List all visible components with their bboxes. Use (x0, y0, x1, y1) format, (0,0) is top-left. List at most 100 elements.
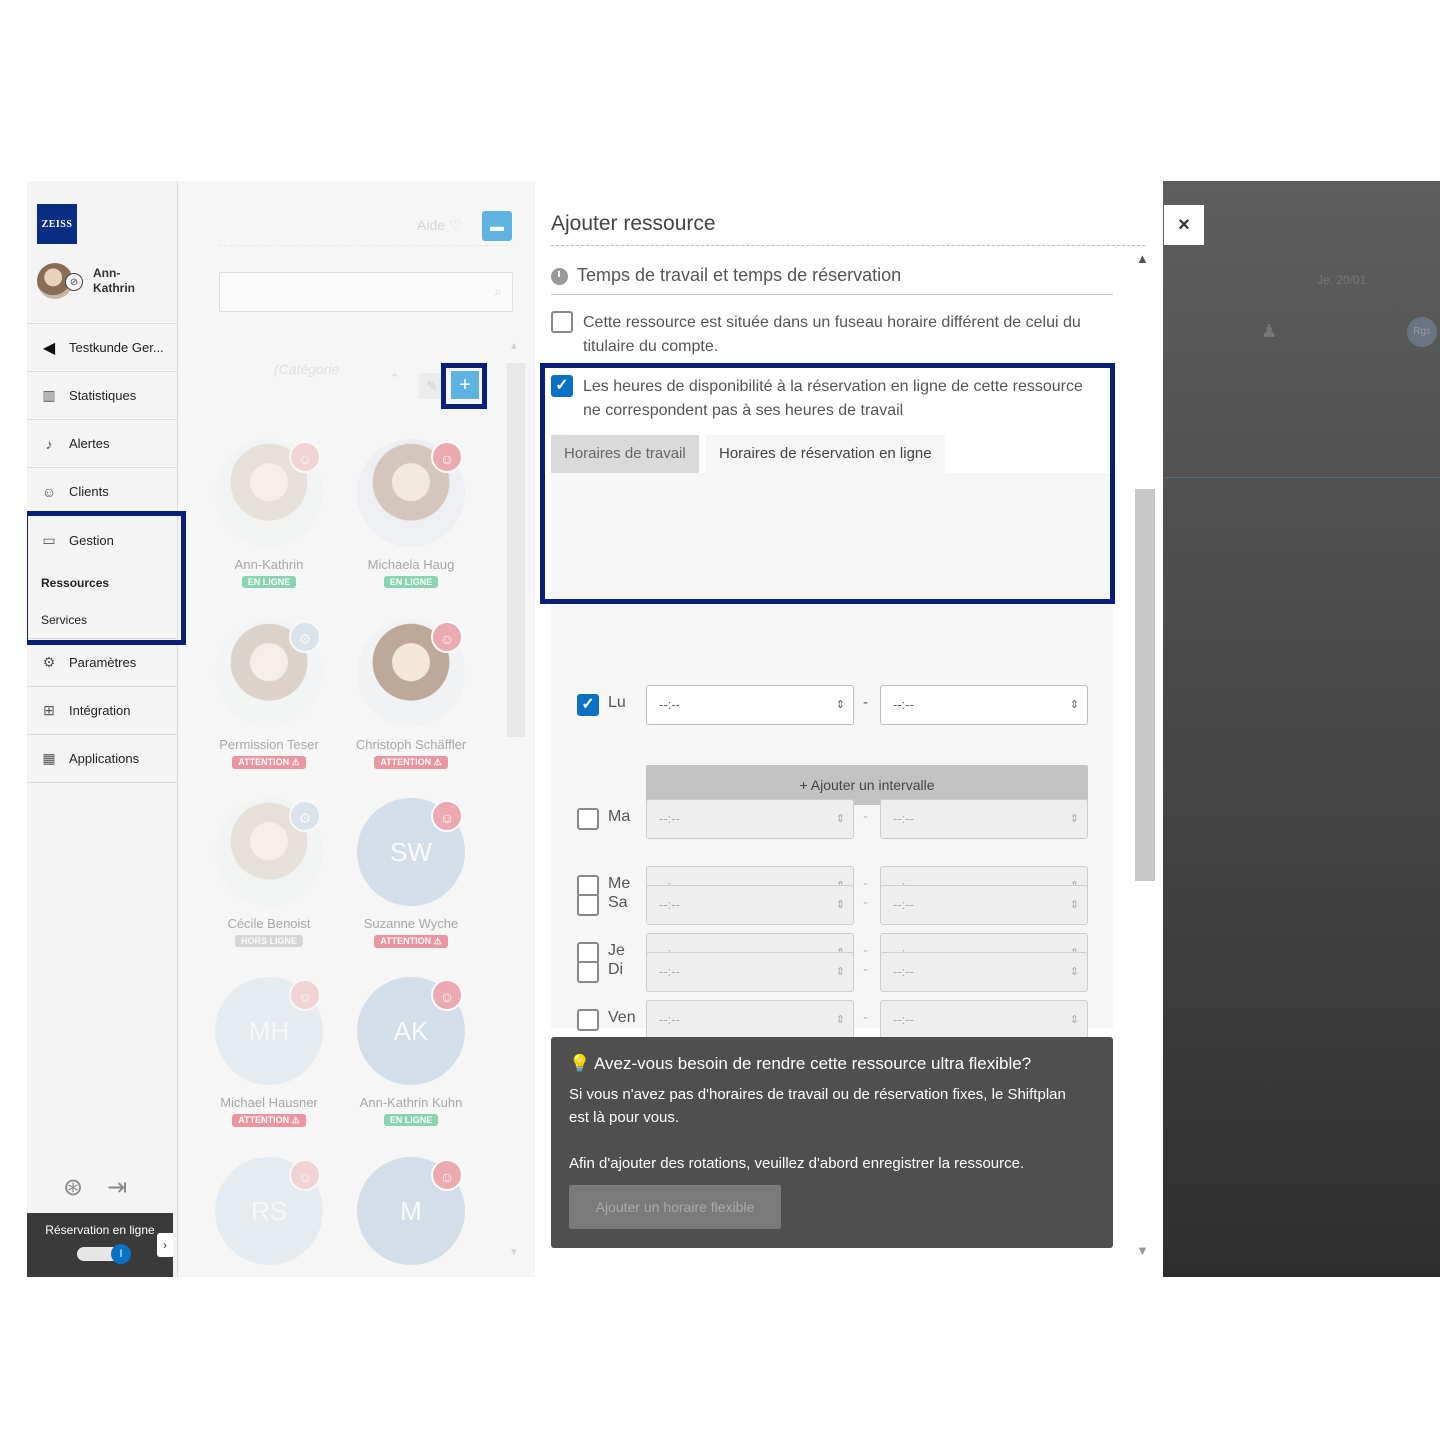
resource-name: Ann-Kathrin Kuhn (359, 1095, 463, 1110)
end-time-select[interactable]: --:--⇕ (880, 952, 1088, 992)
end-time-select[interactable]: --:--⇕ (880, 799, 1088, 839)
start-time-select[interactable]: --:--⇕ (646, 885, 854, 925)
resource-card[interactable]: ☺ Christoph Schäffler ATTENTION ⚠ (351, 619, 471, 770)
online-user-badge-icon: ☺ (289, 1159, 321, 1191)
status-badge: ATTENTION ⚠ (374, 935, 448, 948)
status-badge: ATTENTION ⚠ (374, 756, 448, 769)
resource-card[interactable]: ⚙ Cécile Benoist HORS LIGNE (209, 798, 329, 949)
start-time-select[interactable]: --:--⇕ (646, 799, 854, 839)
scroll-down-arrow[interactable]: ▼ (1136, 1243, 1149, 1258)
day-checkbox[interactable] (577, 961, 599, 983)
day-row-tuesday: Ma --:-- ⇕ - --:-- ⇕ (551, 798, 1113, 840)
help-lifebuoy-icon[interactable]: ⊛ (63, 1173, 83, 1202)
divider (27, 782, 178, 783)
person-icon: ♟ (1261, 321, 1278, 341)
sidebar-item-label: Statistiques (69, 388, 137, 403)
sort-arrows-icon: ⇕ (1069, 899, 1079, 911)
day-label: Lu (608, 694, 626, 711)
user-profile[interactable]: ⊘ Ann- Kathrin (37, 261, 167, 301)
online-booking-toggle[interactable]: Réservation en ligne I (27, 1213, 173, 1277)
sort-arrows-icon: ⇕ (835, 1014, 845, 1026)
separator: - (863, 961, 868, 978)
resource-card[interactable]: M ☺ (351, 1157, 471, 1265)
resource-card[interactable]: ⚙ Permission Teser ATTENTION ⚠ (209, 619, 329, 770)
resource-avatar: AK ☺ (357, 977, 465, 1085)
toggle-track[interactable]: I (77, 1244, 131, 1264)
day-label: Sa (608, 894, 628, 911)
end-time-select[interactable]: --:--⇕ (880, 685, 1088, 725)
resource-card[interactable]: MH ☺ Michael Hausner ATTENTION ⚠ (209, 977, 329, 1128)
section-title: Temps de travail et temps de réservation (551, 265, 1113, 295)
back-circle-icon: ◀ (42, 339, 56, 357)
online-user-badge-icon: ☺ (431, 979, 463, 1011)
status-badge: HORS LIGNE (234, 935, 303, 947)
online-user-badge-icon: ☺ (431, 1159, 463, 1191)
toggle-knob[interactable]: I (111, 1244, 131, 1264)
scroll-up-arrow[interactable]: ▲ (509, 341, 519, 352)
calendar-backdrop (1163, 181, 1440, 1277)
logout-icon[interactable]: ⇥ (107, 1173, 127, 1202)
close-icon: × (1178, 214, 1190, 236)
sidebar-item-alerts[interactable]: ♪ Alertes (27, 419, 178, 467)
bar-chart-icon: ▥ (42, 387, 56, 403)
section-title-text: Temps de travail et temps de réservation (577, 265, 902, 285)
gears-icon: ⚙ (42, 654, 56, 670)
modal-scrollbar[interactable]: ▲ ▼ (1133, 251, 1157, 1271)
end-time-select[interactable]: --:--⇕ (880, 885, 1088, 925)
integration-icon: ⊞ (43, 702, 55, 718)
scrollbar-thumb[interactable] (1135, 489, 1155, 881)
resource-search-input[interactable]: ⌕ (219, 272, 513, 312)
resource-card[interactable]: RS ☺ (209, 1157, 329, 1265)
user-name: Ann- Kathrin (93, 266, 135, 295)
resource-name: Permission Teser (219, 737, 319, 752)
sidebar-item-clients[interactable]: ☺ Clients (27, 467, 178, 515)
add-resource-modal: Ajouter ressource Temps de travail et te… (535, 181, 1163, 1277)
scroll-up-arrow[interactable]: ▲ (1136, 251, 1149, 266)
sort-arrows-icon: ⇕ (1069, 699, 1079, 711)
scroll-down-arrow[interactable]: ▼ (509, 1247, 519, 1258)
folder-icon: ▬ (490, 218, 504, 234)
day-checkbox[interactable]: ✓ (577, 694, 599, 716)
flex-description: Si vous n'avez pas d'horaires de travail… (569, 1086, 1066, 1126)
day-checkbox[interactable] (577, 894, 599, 916)
add-flexible-schedule-button[interactable]: Ajouter un horaire flexible (569, 1185, 781, 1229)
resource-card[interactable]: ☺ Ann-Kathrin EN LIGNE (209, 439, 329, 590)
end-time-select[interactable]: --:--⇕ (880, 1000, 1088, 1040)
day-checkbox[interactable] (577, 1009, 599, 1031)
scrollbar-thumb[interactable] (507, 363, 525, 737)
start-time-select[interactable]: --:--⇕ (646, 685, 854, 725)
close-modal-button[interactable]: × (1164, 205, 1204, 245)
start-time-select[interactable]: --:--⇕ (646, 1000, 854, 1040)
day-label: Ma (608, 808, 631, 825)
divider (551, 245, 1145, 246)
flexible-schedule-box: 💡 Avez-vous besoin de rendre cette resso… (551, 1037, 1113, 1248)
highlight-management-menu (27, 511, 186, 645)
sidebar-item-applications[interactable]: ▦ Applications (27, 734, 178, 782)
online-user-badge-icon: ☺ (289, 441, 321, 473)
sidebar-item-account[interactable]: ◀ Testkunde Ger... (27, 323, 178, 371)
online-user-badge-icon: ☺ (431, 441, 463, 473)
resource-list-panel: Aide ♡ ⌕ (Catégorie ⌃ ✎ ▲ ▼ ☺ Ann-Kathri… (179, 181, 533, 1277)
folder-button[interactable]: ▬ (482, 211, 512, 241)
day-row-sunday: Di --:-- ⇕ - --:-- ⇕ (551, 951, 1113, 993)
resource-card[interactable]: ☺ Michaela Haug EN LIGNE (351, 439, 471, 590)
day-checkbox[interactable] (577, 808, 599, 830)
timezone-checkbox[interactable] (551, 311, 573, 333)
chevron-up-icon[interactable]: ⌃ (389, 371, 400, 387)
help-link[interactable]: Aide ♡ (417, 217, 461, 234)
sort-arrows-icon: ⇕ (835, 699, 845, 711)
sort-arrows-icon: ⇕ (1069, 813, 1079, 825)
collapse-sidebar-button[interactable]: › (157, 1233, 173, 1257)
sidebar-item-settings[interactable]: ⚙ Paramètres (27, 638, 178, 686)
resource-card[interactable]: SW ☺ Suzanne Wyche ATTENTION ⚠ (351, 798, 471, 949)
status-badge: ATTENTION ⚠ (232, 1114, 306, 1127)
user-icon: ☺ (41, 483, 57, 500)
sidebar-item-statistics[interactable]: ▥ Statistiques (27, 371, 178, 419)
resource-name: Suzanne Wyche (363, 916, 459, 931)
day-label: Ven (608, 1009, 636, 1026)
sidebar-item-label: Alertes (69, 436, 110, 451)
start-time-select[interactable]: --:--⇕ (646, 952, 854, 992)
resource-card[interactable]: AK ☺ Ann-Kathrin Kuhn EN LIGNE (351, 977, 471, 1128)
sidebar-item-integration[interactable]: ⊞ Intégration (27, 686, 178, 734)
list-scrollbar[interactable]: ▲ ▼ (504, 341, 528, 1261)
